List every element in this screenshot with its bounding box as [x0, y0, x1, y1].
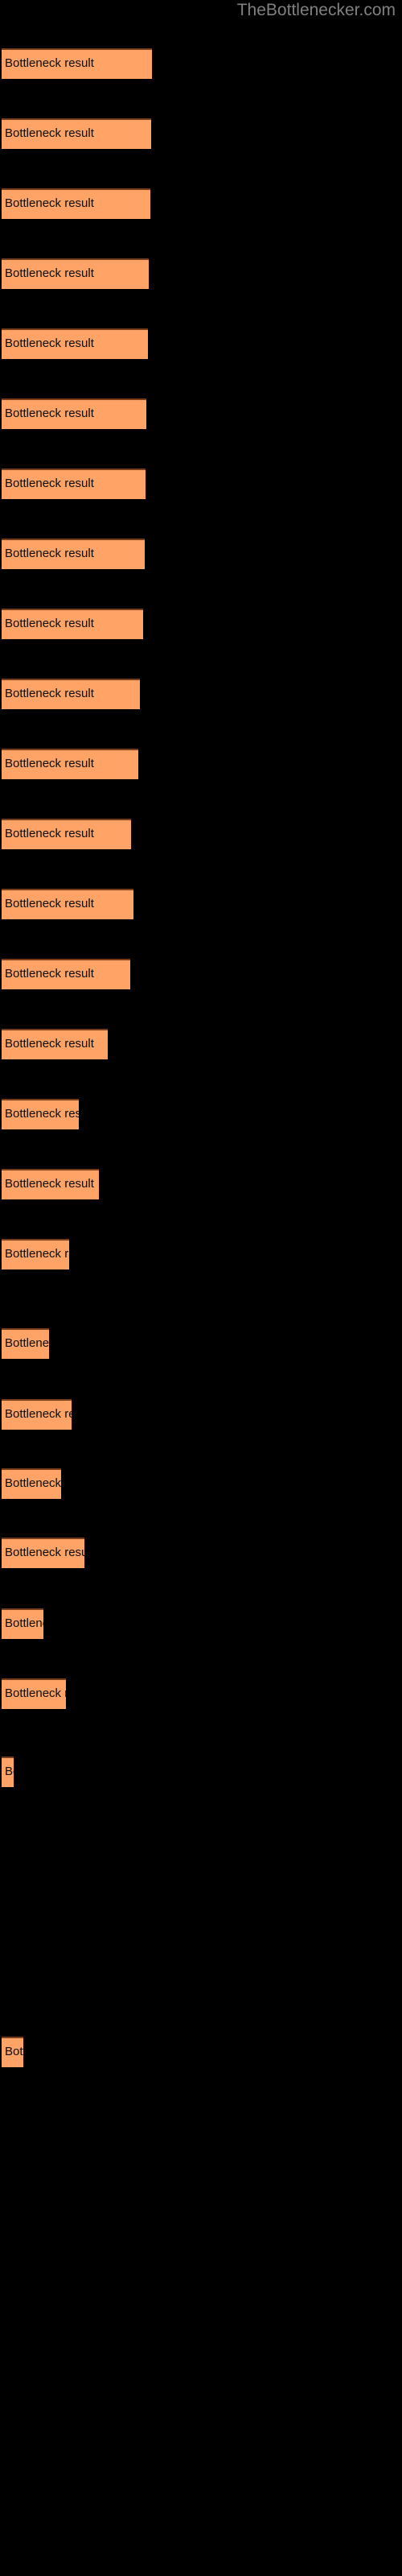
bar-chart-bar: Bottleneck result [2, 1678, 66, 1709]
bar-label: Bottleneck result [5, 336, 94, 350]
bar-chart-bar: Bottleneck result [2, 1538, 84, 1568]
bar-chart-bar: Bottleneck result [2, 679, 140, 709]
bar-label: Bottleneck result [5, 1616, 43, 1630]
bar-chart-bar: Bottleneck result [2, 1169, 99, 1199]
bar-chart-bar: Bottleneck result [2, 48, 152, 79]
bar-chart-bar: Bottleneck result [2, 539, 145, 569]
bar-chart-bar: Bottleneck result [2, 749, 138, 779]
bar-chart-bar: Bottleneck result [2, 328, 148, 359]
bar-chart-bar: Bottleneck result [2, 959, 130, 989]
bar-label: Bottleneck result [5, 687, 94, 700]
bar-chart-bar: Bottleneck result [2, 889, 133, 919]
bar-label: Bottleneck result [5, 266, 94, 280]
bar-label: Bottleneck result [5, 1765, 14, 1778]
bar-label: Bottleneck result [5, 56, 94, 70]
bar-chart-bar: Bottleneck result [2, 1608, 43, 1639]
bar-chart-bar: Bottleneck result [2, 609, 143, 639]
bar-chart-bar: Bottleneck result [2, 118, 151, 149]
bar-label: Bottleneck result [5, 126, 94, 140]
bar-chart-bar: Bottleneck result [2, 258, 149, 289]
bar-label: Bottleneck result [5, 1686, 66, 1700]
bar-chart-bar: Bottleneck result [2, 819, 131, 849]
bar-label: Bottleneck result [5, 1407, 72, 1421]
bar-chart-bar: Bottleneck result [2, 1399, 72, 1430]
bar-label: Bottleneck result [5, 477, 94, 490]
bar-label: Bottleneck result [5, 407, 94, 420]
bar-label: Bottleneck result [5, 757, 94, 770]
bar-label: Bottleneck result [5, 1107, 79, 1121]
bar-label: Bottleneck result [5, 967, 94, 980]
bar-chart-bar: Bottleneck result [2, 1328, 49, 1359]
bar-label: Bottleneck result [5, 1336, 49, 1350]
bar-chart-bar: Bottleneck result [2, 188, 150, 219]
bar-chart-plot-area: Bottleneck result Bottleneck result Bottle… [0, 0, 402, 2576]
bar-chart-bar: Bottleneck result [2, 1239, 69, 1269]
bar-chart-bar: Bottleneck result [2, 1757, 14, 1787]
bar-chart-bar: Bottleneck result [2, 2037, 23, 2067]
bar-label: Bottleneck result [5, 617, 94, 630]
bar-chart-bar: Bottleneck result [2, 469, 146, 499]
bottleneck-chart-page: TheBottlenecker.com Bottleneck result Bot… [0, 0, 402, 2576]
bar-chart-bar: Bottleneck result [2, 1468, 61, 1499]
bar-label: Bottleneck result [5, 1177, 94, 1191]
bar-label: Bottleneck result [5, 2045, 23, 2058]
bar-label: Bottleneck result [5, 1037, 94, 1051]
bar-label: Bottleneck result [5, 1546, 84, 1559]
bar-label: Bottleneck result [5, 827, 94, 840]
bar-chart-bar: Bottleneck result [2, 1099, 79, 1129]
bar-label: Bottleneck result [5, 1476, 61, 1490]
bar-label: Bottleneck result [5, 1247, 69, 1261]
bar-chart-bar: Bottleneck result [2, 398, 146, 429]
bar-label: Bottleneck result [5, 547, 94, 560]
bar-chart-bar: Bottleneck result [2, 1029, 108, 1059]
bar-label: Bottleneck result [5, 897, 94, 910]
bar-label: Bottleneck result [5, 196, 94, 210]
